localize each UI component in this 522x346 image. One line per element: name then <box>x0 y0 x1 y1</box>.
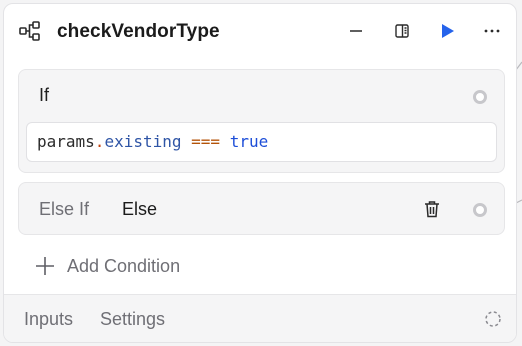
condition-expression-editor[interactable]: params.existing === true <box>26 122 497 162</box>
expr-property: existing <box>104 132 182 151</box>
side-panel-button[interactable] <box>391 20 413 42</box>
else-output-handle[interactable] <box>473 203 487 217</box>
node-title: checkVendorType <box>57 21 220 42</box>
side-panel-icon <box>395 24 409 38</box>
workflow-branch-icon <box>19 21 40 41</box>
node-header: checkVendorType <box>4 4 516 60</box>
tab-settings[interactable]: Settings <box>100 307 165 331</box>
else-type-selector[interactable]: Else If <box>39 197 89 221</box>
plus-icon <box>36 257 54 275</box>
minimize-icon <box>350 30 362 32</box>
else-condition-block: Else If Else <box>18 182 505 235</box>
if-condition-block: If params.existing === true <box>18 69 505 173</box>
loading-spinner-icon <box>485 311 501 327</box>
run-button[interactable] <box>437 20 459 42</box>
else-label: Else <box>122 199 158 219</box>
expr-object: params <box>37 132 95 151</box>
expr-operator: === <box>191 132 221 151</box>
tab-inputs[interactable]: Inputs <box>24 307 73 331</box>
node-footer: Inputs Settings <box>4 294 516 342</box>
expr-value: true <box>229 132 269 151</box>
run-icon <box>442 24 454 38</box>
add-condition-label: Add Condition <box>67 255 181 276</box>
expr-dot: . <box>94 132 105 151</box>
condition-node-panel: checkVendorType If params.existing === t… <box>3 3 517 343</box>
add-condition-button[interactable]: Add Condition <box>34 253 180 279</box>
trash-icon[interactable] <box>422 199 442 219</box>
more-options-button[interactable] <box>481 20 503 42</box>
minimize-button[interactable] <box>345 20 367 42</box>
if-output-handle[interactable] <box>473 90 487 104</box>
if-label: If <box>39 85 50 105</box>
more-options-icon <box>484 29 500 33</box>
